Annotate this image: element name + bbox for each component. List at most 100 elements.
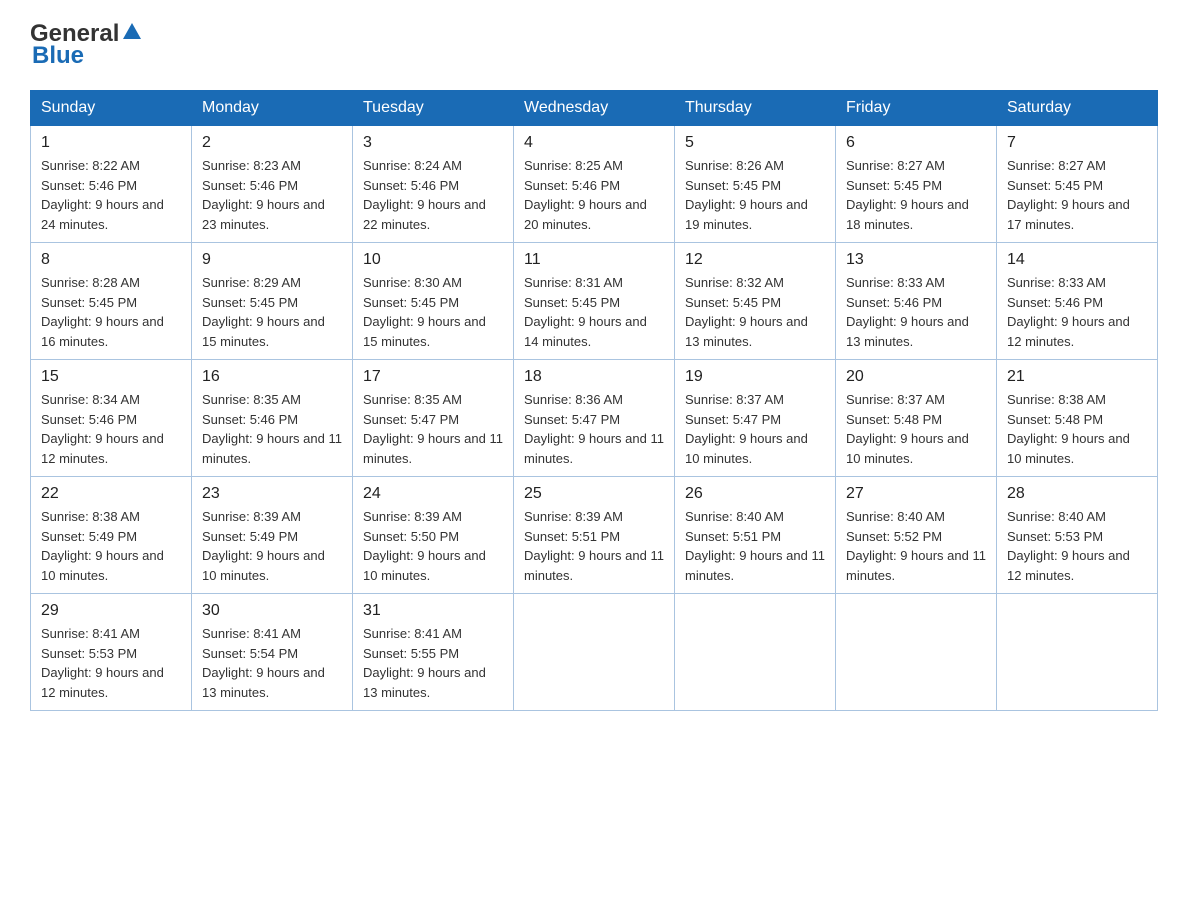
calendar-week-row: 8 Sunrise: 8:28 AMSunset: 5:45 PMDaylight… (31, 243, 1158, 360)
calendar-week-row: 15 Sunrise: 8:34 AMSunset: 5:46 PMDayligh… (31, 360, 1158, 477)
weekday-header-friday: Friday (836, 91, 997, 126)
day-number: 23 (202, 485, 342, 503)
day-info: Sunrise: 8:25 AMSunset: 5:46 PMDaylight:… (524, 156, 664, 234)
day-number: 22 (41, 485, 181, 503)
day-number: 29 (41, 602, 181, 620)
day-number: 1 (41, 134, 181, 152)
day-info: Sunrise: 8:38 AMSunset: 5:49 PMDaylight:… (41, 507, 181, 585)
day-info: Sunrise: 8:29 AMSunset: 5:45 PMDaylight:… (202, 273, 342, 351)
day-number: 15 (41, 368, 181, 386)
day-info: Sunrise: 8:39 AMSunset: 5:49 PMDaylight:… (202, 507, 342, 585)
calendar-cell: 12Sunrise: 8:32 AMSunset: 5:45 PMDayligh… (675, 243, 836, 360)
day-number: 16 (202, 368, 342, 386)
day-info: Sunrise: 8:30 AMSunset: 5:45 PMDaylight:… (363, 273, 503, 351)
day-info: Sunrise: 8:35 AMSunset: 5:46 PMDaylight:… (202, 390, 342, 468)
day-number: 3 (363, 134, 503, 152)
day-number: 25 (524, 485, 664, 503)
day-number: 27 (846, 485, 986, 503)
calendar-cell: 18Sunrise: 8:36 AMSunset: 5:47 PMDayligh… (514, 360, 675, 477)
day-info: Sunrise: 8:40 AMSunset: 5:53 PMDaylight:… (1007, 507, 1147, 585)
day-number: 4 (524, 134, 664, 152)
calendar-cell: 31 Sunrise: 8:41 AMSunset: 5:55 PMDayligh… (353, 594, 514, 711)
logo-icon (121, 21, 143, 43)
day-number: 28 (1007, 485, 1147, 503)
weekday-header-saturday: Saturday (997, 91, 1158, 126)
calendar-week-row: 1 Sunrise: 8:22 AMSunset: 5:46 PMDaylight… (31, 126, 1158, 243)
day-number: 19 (685, 368, 825, 386)
calendar-cell: 26 Sunrise: 8:40 AMSunset: 5:51 PMDayligh… (675, 477, 836, 594)
day-info: Sunrise: 8:22 AMSunset: 5:46 PMDaylight:… (41, 156, 181, 234)
day-number: 11 (524, 251, 664, 269)
day-info: Sunrise: 8:40 AMSunset: 5:51 PMDaylight:… (685, 507, 825, 585)
calendar-cell: 30 Sunrise: 8:41 AMSunset: 5:54 PMDayligh… (192, 594, 353, 711)
day-info: Sunrise: 8:39 AMSunset: 5:50 PMDaylight:… (363, 507, 503, 585)
day-info: Sunrise: 8:41 AMSunset: 5:55 PMDaylight:… (363, 624, 503, 702)
page-header: General Blue (30, 20, 1158, 70)
weekday-header-wednesday: Wednesday (514, 91, 675, 126)
calendar-cell (836, 594, 997, 711)
day-info: Sunrise: 8:39 AMSunset: 5:51 PMDaylight:… (524, 507, 664, 585)
day-info: Sunrise: 8:23 AMSunset: 5:46 PMDaylight:… (202, 156, 342, 234)
calendar-cell: 1 Sunrise: 8:22 AMSunset: 5:46 PMDaylight… (31, 126, 192, 243)
day-number: 24 (363, 485, 503, 503)
calendar-cell: 8 Sunrise: 8:28 AMSunset: 5:45 PMDaylight… (31, 243, 192, 360)
day-info: Sunrise: 8:27 AMSunset: 5:45 PMDaylight:… (846, 156, 986, 234)
calendar-cell: 28 Sunrise: 8:40 AMSunset: 5:53 PMDayligh… (997, 477, 1158, 594)
day-info: Sunrise: 8:37 AMSunset: 5:47 PMDaylight:… (685, 390, 825, 468)
weekday-header-tuesday: Tuesday (353, 91, 514, 126)
day-info: Sunrise: 8:33 AMSunset: 5:46 PMDaylight:… (1007, 273, 1147, 351)
calendar-cell: 20 Sunrise: 8:37 AMSunset: 5:48 PMDayligh… (836, 360, 997, 477)
calendar-cell: 9 Sunrise: 8:29 AMSunset: 5:45 PMDaylight… (192, 243, 353, 360)
calendar-cell: 7Sunrise: 8:27 AMSunset: 5:45 PMDaylight… (997, 126, 1158, 243)
day-number: 26 (685, 485, 825, 503)
day-number: 30 (202, 602, 342, 620)
day-info: Sunrise: 8:35 AMSunset: 5:47 PMDaylight:… (363, 390, 503, 468)
calendar-cell: 29 Sunrise: 8:41 AMSunset: 5:53 PMDayligh… (31, 594, 192, 711)
calendar-cell: 22 Sunrise: 8:38 AMSunset: 5:49 PMDayligh… (31, 477, 192, 594)
logo-blue-text: Blue (32, 42, 84, 70)
weekday-header-thursday: Thursday (675, 91, 836, 126)
calendar-cell (675, 594, 836, 711)
calendar-header-row: SundayMondayTuesdayWednesdayThursdayFrid… (31, 91, 1158, 126)
calendar-cell (514, 594, 675, 711)
day-info: Sunrise: 8:27 AMSunset: 5:45 PMDaylight:… (1007, 156, 1147, 234)
day-info: Sunrise: 8:41 AMSunset: 5:54 PMDaylight:… (202, 624, 342, 702)
calendar-cell: 25 Sunrise: 8:39 AMSunset: 5:51 PMDayligh… (514, 477, 675, 594)
calendar-cell: 19 Sunrise: 8:37 AMSunset: 5:47 PMDayligh… (675, 360, 836, 477)
calendar-cell: 27Sunrise: 8:40 AMSunset: 5:52 PMDayligh… (836, 477, 997, 594)
calendar-week-row: 22 Sunrise: 8:38 AMSunset: 5:49 PMDayligh… (31, 477, 1158, 594)
day-info: Sunrise: 8:28 AMSunset: 5:45 PMDaylight:… (41, 273, 181, 351)
day-number: 31 (363, 602, 503, 620)
weekday-header-monday: Monday (192, 91, 353, 126)
day-info: Sunrise: 8:38 AMSunset: 5:48 PMDaylight:… (1007, 390, 1147, 468)
weekday-header-sunday: Sunday (31, 91, 192, 126)
day-info: Sunrise: 8:26 AMSunset: 5:45 PMDaylight:… (685, 156, 825, 234)
day-number: 2 (202, 134, 342, 152)
day-info: Sunrise: 8:41 AMSunset: 5:53 PMDaylight:… (41, 624, 181, 702)
day-info: Sunrise: 8:37 AMSunset: 5:48 PMDaylight:… (846, 390, 986, 468)
calendar-cell: 13Sunrise: 8:33 AMSunset: 5:46 PMDayligh… (836, 243, 997, 360)
day-number: 6 (846, 134, 986, 152)
calendar-cell: 17Sunrise: 8:35 AMSunset: 5:47 PMDayligh… (353, 360, 514, 477)
day-number: 10 (363, 251, 503, 269)
calendar-cell: 10 Sunrise: 8:30 AMSunset: 5:45 PMDayligh… (353, 243, 514, 360)
day-info: Sunrise: 8:34 AMSunset: 5:46 PMDaylight:… (41, 390, 181, 468)
calendar-cell: 11 Sunrise: 8:31 AMSunset: 5:45 PMDayligh… (514, 243, 675, 360)
calendar-cell: 16 Sunrise: 8:35 AMSunset: 5:46 PMDayligh… (192, 360, 353, 477)
day-number: 5 (685, 134, 825, 152)
day-info: Sunrise: 8:31 AMSunset: 5:45 PMDaylight:… (524, 273, 664, 351)
calendar-cell: 14 Sunrise: 8:33 AMSunset: 5:46 PMDayligh… (997, 243, 1158, 360)
calendar-cell: 3 Sunrise: 8:24 AMSunset: 5:46 PMDaylight… (353, 126, 514, 243)
day-number: 8 (41, 251, 181, 269)
day-info: Sunrise: 8:24 AMSunset: 5:46 PMDaylight:… (363, 156, 503, 234)
logo: General Blue (30, 20, 143, 70)
day-number: 20 (846, 368, 986, 386)
day-info: Sunrise: 8:36 AMSunset: 5:47 PMDaylight:… (524, 390, 664, 468)
calendar-week-row: 29 Sunrise: 8:41 AMSunset: 5:53 PMDayligh… (31, 594, 1158, 711)
day-number: 9 (202, 251, 342, 269)
day-number: 13 (846, 251, 986, 269)
day-number: 14 (1007, 251, 1147, 269)
calendar-table: SundayMondayTuesdayWednesdayThursdayFrid… (30, 90, 1158, 711)
calendar-cell: 15 Sunrise: 8:34 AMSunset: 5:46 PMDayligh… (31, 360, 192, 477)
calendar-cell: 21Sunrise: 8:38 AMSunset: 5:48 PMDayligh… (997, 360, 1158, 477)
